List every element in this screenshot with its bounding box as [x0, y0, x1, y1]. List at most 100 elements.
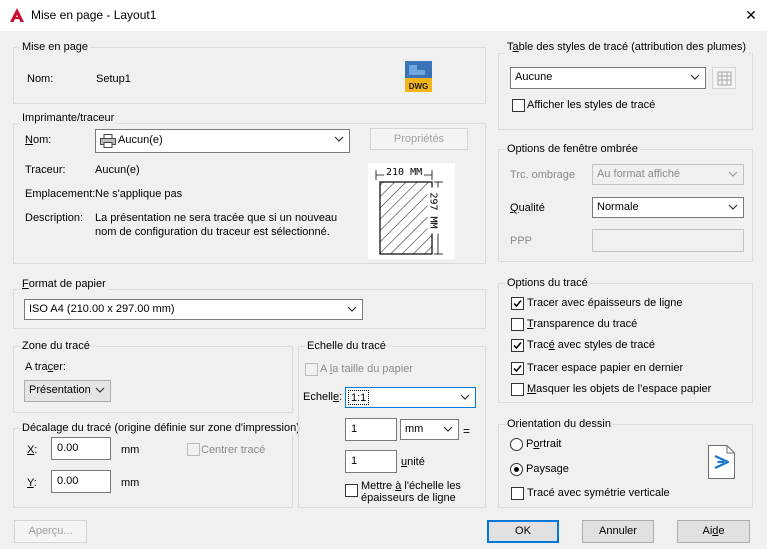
offset-x-value: 0.00 — [57, 442, 79, 454]
shade-plot-select[interactable]: Au format affiché — [592, 164, 744, 185]
description-line-1: La présentation ne sera tracée que si un… — [95, 212, 338, 224]
option-lineweights-label: Tracer avec épaisseurs de ligne — [527, 297, 683, 309]
printer-select[interactable]: Aucun(e) — [95, 129, 350, 153]
printer-select-value: Aucun(e) — [118, 134, 163, 146]
help-button[interactable]: Aide — [677, 520, 750, 543]
scale-lineweights-checkbox[interactable] — [345, 484, 358, 497]
scale-value1: 1 — [351, 423, 358, 435]
printer-group-label: Imprimante/traceur — [20, 112, 117, 125]
upside-down-label: Tracé avec symétrie verticale — [527, 487, 670, 499]
fit-to-paper-label: A la taille du papier — [320, 363, 413, 375]
shade-plot-value: Au format affiché — [597, 168, 680, 180]
scale-select[interactable]: 1:1 — [345, 387, 476, 408]
paper-height-label: 297 MM — [427, 187, 439, 234]
display-styles-label: Afficher les styles de tracé — [527, 99, 656, 111]
style-table-value: Aucune — [515, 71, 553, 83]
checkmark-icon — [513, 300, 522, 308]
chevron-down-icon — [728, 204, 738, 210]
dwg-file-icon: DWG — [405, 61, 432, 92]
orientation-preview-icon — [708, 445, 735, 479]
orientation-label: Orientation du dessin — [505, 418, 613, 431]
style-table-label: Table des styles de tracé (attribution d… — [505, 41, 749, 54]
chevron-down-icon — [334, 136, 344, 142]
scale-unit-select[interactable]: mm — [400, 419, 459, 440]
center-plot-label: Centrer tracé — [201, 444, 266, 456]
edit-style-table-button[interactable] — [712, 67, 736, 89]
option-hide-objects-checkbox[interactable] — [511, 383, 524, 396]
offset-x-label: X: — [27, 444, 38, 456]
preview-button[interactable]: Aperçu... — [14, 520, 87, 543]
paper-size-value: ISO A4 (210.00 x 297.00 mm) — [29, 303, 175, 315]
style-table-select[interactable]: Aucune — [510, 67, 706, 89]
display-styles-checkbox[interactable] — [512, 99, 525, 112]
scale-value1-input[interactable]: 1 — [345, 418, 397, 441]
upside-down-checkbox[interactable] — [511, 487, 524, 500]
scale-label: Echelle: — [303, 391, 343, 403]
option-transparency-checkbox[interactable] — [511, 318, 524, 331]
offset-y-input[interactable]: 0.00 — [51, 470, 111, 493]
plotter-value: Aucun(e) — [95, 164, 140, 176]
plot-area-label: Zone du tracé — [20, 340, 92, 353]
option-transparency-label: Transparence du tracé — [527, 318, 638, 330]
landscape-label: Paysage — [526, 463, 569, 475]
center-plot-checkbox[interactable] — [187, 443, 200, 456]
location-value: Ne s'applique pas — [95, 188, 183, 200]
option-lineweights-checkbox[interactable] — [511, 297, 524, 310]
paper-size-label: Format de papier — [20, 278, 108, 291]
dpi-input[interactable] — [592, 229, 744, 252]
page-setup-name-value: Setup1 — [96, 73, 131, 85]
fit-to-paper-checkbox[interactable] — [305, 363, 318, 376]
window-title: Mise en page - Layout1 — [31, 8, 157, 22]
offset-x-unit: mm — [121, 444, 140, 456]
radio-dot — [514, 467, 519, 472]
chevron-down-icon — [95, 387, 105, 393]
scale-value: 1:1 — [348, 390, 370, 405]
scale-lineweights-label: Mettre à l'échelle les épaisseurs de lign… — [361, 480, 461, 504]
paper-size-select[interactable]: ISO A4 (210.00 x 297.00 mm) — [24, 299, 363, 320]
chevron-down-icon — [460, 394, 470, 400]
offset-y-unit: mm — [121, 477, 140, 489]
title-bar: Mise en page - Layout1 ✕ — [0, 0, 767, 31]
location-label: Emplacement: — [25, 188, 96, 200]
plot-what-value: Présentation — [29, 384, 91, 396]
option-paperspace-last-checkbox[interactable] — [511, 362, 524, 375]
quality-label: Qualité — [510, 202, 545, 214]
plotter-label: Traceur: — [25, 164, 66, 176]
plot-what-select[interactable]: Présentation — [24, 380, 111, 402]
scale-unit-label: unité — [401, 456, 425, 468]
option-hide-objects-label: Masquer les objets de l'espace papier — [527, 383, 712, 395]
ok-button[interactable]: OK — [487, 520, 559, 543]
shade-plot-label: Trc. ombrage — [510, 169, 576, 181]
offset-y-label: Y: — [27, 477, 37, 489]
plot-scale-label: Echelle du tracé — [305, 340, 388, 353]
description-line-2: nom de configuration du traceur est séle… — [95, 226, 330, 238]
offset-x-input[interactable]: 0.00 — [51, 437, 111, 460]
cancel-button[interactable]: Annuler — [582, 520, 654, 543]
landscape-radio[interactable] — [510, 463, 523, 476]
page-setup-label: Mise en page — [20, 41, 91, 54]
option-plot-styles-label: Tracé avec styles de tracé — [527, 339, 655, 351]
chevron-down-icon — [347, 306, 357, 312]
scale-unit-value: mm — [405, 423, 424, 435]
page-setup-name-label: Nom: — [27, 73, 54, 85]
quality-select[interactable]: Normale — [592, 197, 744, 218]
table-edit-icon — [717, 71, 732, 86]
checkmark-icon — [513, 365, 522, 373]
shaded-viewport-label: Options de fenêtre ombrée — [505, 143, 640, 156]
scale-value2-input[interactable]: 1 — [345, 450, 397, 473]
paper-preview: 210 MM 297 MM — [368, 163, 455, 259]
offset-y-value: 0.00 — [57, 475, 79, 487]
chevron-down-icon — [443, 426, 453, 432]
option-plot-styles-checkbox[interactable] — [511, 339, 524, 352]
dpi-label: PPP — [510, 235, 533, 247]
plot-offset-label: Décalage du tracé (origine définie sur z… — [20, 422, 302, 435]
printer-name-label: Nom: — [25, 134, 52, 146]
chevron-down-icon — [728, 171, 738, 177]
description-label: Description: — [25, 212, 84, 224]
option-paperspace-last-label: Tracer espace papier en dernier — [527, 362, 684, 374]
plot-options-label: Options du tracé — [505, 277, 590, 290]
close-button[interactable]: ✕ — [738, 3, 764, 27]
scale-equals: = — [463, 424, 471, 438]
portrait-radio[interactable] — [510, 438, 523, 451]
properties-button[interactable]: Propriétés — [370, 128, 468, 150]
